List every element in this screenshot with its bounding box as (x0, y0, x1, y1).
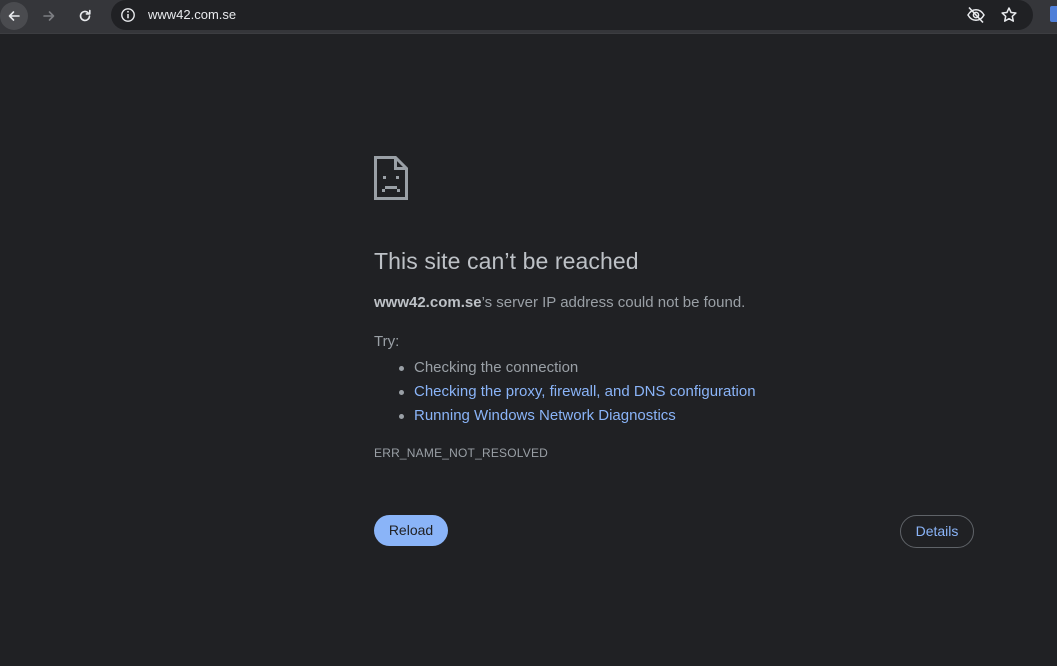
reload-page-button[interactable] (71, 2, 99, 30)
address-bar[interactable]: www42.com.se (111, 0, 1033, 30)
info-icon[interactable] (120, 7, 136, 23)
error-summary: www42.com.se’s server IP address could n… (374, 293, 745, 313)
url-text[interactable]: www42.com.se (148, 7, 236, 23)
forward-button[interactable] (35, 2, 63, 30)
suggestion-proxy-firewall-dns[interactable]: Checking the proxy, firewall, and DNS co… (399, 380, 756, 404)
suggestion-list: Checking the connection Checking the pro… (399, 356, 756, 428)
suggestion-check-connection: Checking the connection (399, 356, 756, 380)
error-summary-text: ’s server IP address could not be found. (481, 294, 746, 311)
forward-icon (43, 11, 55, 21)
error-heading: This site can’t be reached (374, 248, 639, 274)
extension-icon[interactable] (1050, 6, 1057, 22)
suggestion-network-diagnostics[interactable]: Running Windows Network Diagnostics (399, 404, 756, 428)
reload-button[interactable]: Reload (374, 515, 448, 546)
back-button[interactable] (0, 2, 28, 30)
reload-icon (79, 9, 91, 22)
browser-toolbar: www42.com.se (0, 0, 1057, 34)
error-host: www42.com.se (374, 294, 482, 311)
sad-page-icon (374, 156, 408, 200)
star-icon[interactable] (1000, 6, 1018, 24)
try-label: Try: (374, 333, 400, 350)
eye-off-icon[interactable] (966, 6, 986, 24)
error-code: ERR_NAME_NOT_RESOLVED (374, 446, 549, 460)
details-button[interactable]: Details (900, 515, 974, 548)
back-icon (8, 11, 20, 21)
